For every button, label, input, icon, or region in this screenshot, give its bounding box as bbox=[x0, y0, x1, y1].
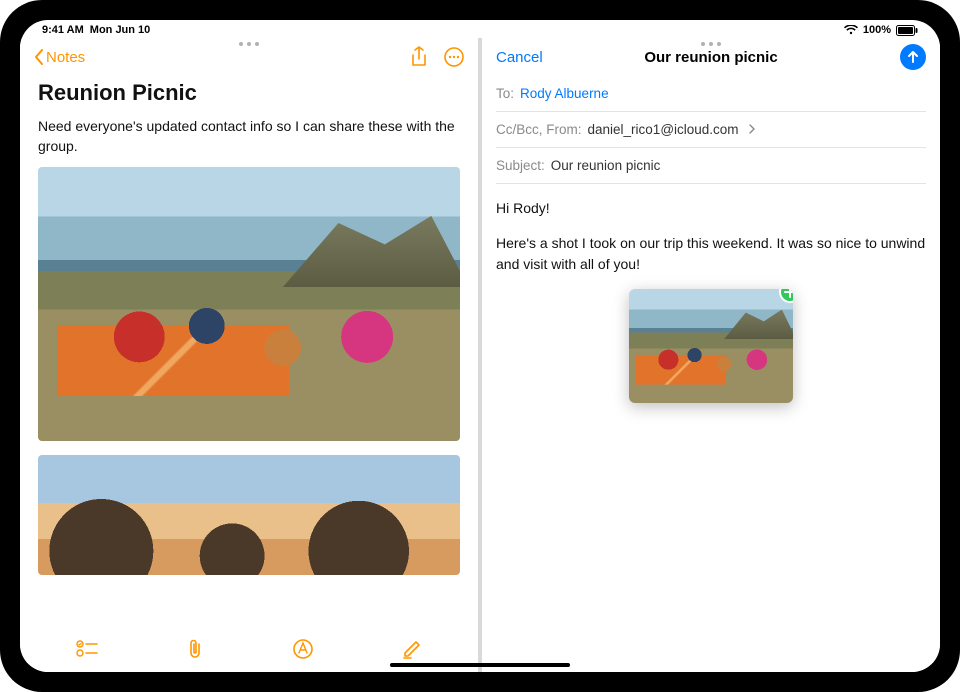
plus-icon bbox=[784, 289, 793, 298]
ipad-frame: 9:41 AM Mon Jun 10 100% bbox=[0, 0, 960, 692]
share-button[interactable] bbox=[410, 46, 428, 68]
battery-icon bbox=[896, 25, 918, 36]
note-image-secondary[interactable] bbox=[38, 455, 460, 575]
status-date: Mon Jun 10 bbox=[90, 24, 151, 36]
note-image-primary[interactable] bbox=[38, 167, 460, 441]
back-label: Notes bbox=[46, 49, 85, 66]
multitask-control-right[interactable] bbox=[701, 42, 721, 46]
screen: 9:41 AM Mon Jun 10 100% bbox=[20, 20, 940, 672]
multitask-control-left[interactable] bbox=[239, 42, 259, 46]
home-indicator[interactable] bbox=[390, 663, 570, 667]
more-button[interactable] bbox=[444, 47, 464, 67]
to-field[interactable]: To: Rody Albuerne bbox=[496, 76, 926, 112]
to-value[interactable]: Rody Albuerne bbox=[520, 86, 609, 101]
dragged-attachment[interactable] bbox=[629, 289, 793, 403]
attachment-button[interactable] bbox=[185, 638, 205, 660]
markup-icon bbox=[292, 638, 314, 660]
status-time: 9:41 AM bbox=[42, 24, 84, 36]
checklist-button[interactable] bbox=[76, 639, 98, 659]
cc-label: Cc/Bcc, From: bbox=[496, 122, 582, 137]
share-icon bbox=[410, 46, 428, 68]
mail-title: Our reunion picnic bbox=[644, 49, 777, 66]
mail-compose-pane: Cancel Our reunion picnic To: Rody Albue… bbox=[482, 38, 940, 672]
send-button[interactable] bbox=[900, 44, 926, 70]
back-button[interactable]: Notes bbox=[34, 49, 85, 66]
subject-value: Our reunion picnic bbox=[551, 158, 661, 173]
note-body-text: Need everyone's updated contact info so … bbox=[38, 116, 460, 157]
battery-percent: 100% bbox=[863, 24, 891, 36]
cancel-button[interactable]: Cancel bbox=[496, 49, 543, 66]
cc-from-field[interactable]: Cc/Bcc, From: daniel_rico1@icloud.com bbox=[496, 112, 926, 148]
arrow-up-icon bbox=[906, 50, 920, 64]
mail-header-fields: To: Rody Albuerne Cc/Bcc, From: daniel_r… bbox=[482, 76, 940, 184]
to-label: To: bbox=[496, 86, 514, 101]
from-value: daniel_rico1@icloud.com bbox=[588, 122, 739, 137]
compose-icon bbox=[401, 638, 423, 660]
mail-body-text: Here's a shot I took on our trip this we… bbox=[496, 233, 926, 275]
checklist-icon bbox=[76, 639, 98, 659]
wifi-icon bbox=[844, 25, 858, 35]
notes-pane: Notes Reunion Picnic Need everyone's upd… bbox=[20, 38, 478, 672]
paperclip-icon bbox=[185, 638, 205, 660]
compose-button[interactable] bbox=[401, 638, 423, 660]
mail-body[interactable]: Hi Rody! Here's a shot I took on our tri… bbox=[482, 184, 940, 417]
note-title: Reunion Picnic bbox=[38, 80, 460, 106]
subject-label: Subject: bbox=[496, 158, 545, 173]
chevron-right-icon[interactable] bbox=[749, 122, 755, 137]
attachment-drop-area[interactable] bbox=[496, 289, 926, 403]
ellipsis-circle-icon bbox=[444, 47, 464, 67]
mail-greeting: Hi Rody! bbox=[496, 198, 926, 219]
status-bar: 9:41 AM Mon Jun 10 100% bbox=[20, 20, 940, 38]
markup-button[interactable] bbox=[292, 638, 314, 660]
subject-field[interactable]: Subject: Our reunion picnic bbox=[496, 148, 926, 184]
note-content[interactable]: Reunion Picnic Need everyone's updated c… bbox=[20, 76, 478, 630]
chevron-left-icon bbox=[34, 49, 44, 65]
split-view: Notes Reunion Picnic Need everyone's upd… bbox=[20, 38, 940, 672]
